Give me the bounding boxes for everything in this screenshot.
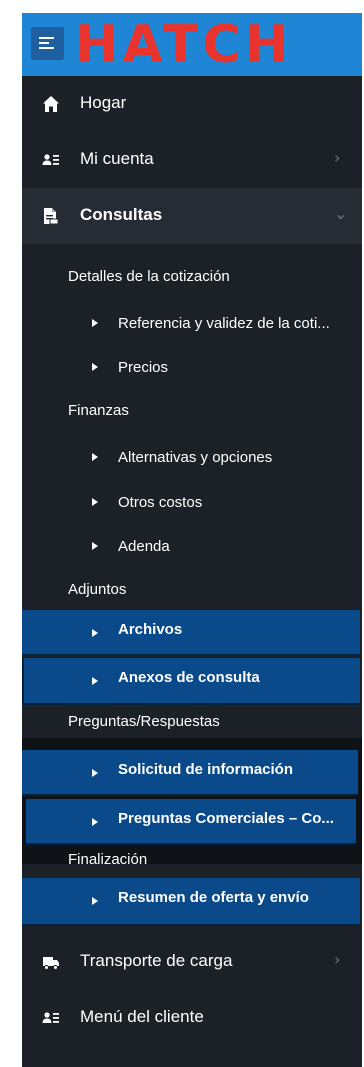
caret-right-icon xyxy=(92,319,98,327)
caret-right-icon xyxy=(92,677,98,685)
nav-item-label: Transporte de carga xyxy=(80,951,233,970)
nav-item-label: Consultas xyxy=(80,205,163,224)
chevron-right-icon: › xyxy=(334,950,341,969)
nav-item-consultas[interactable]: Consultas ⌄ xyxy=(22,188,362,244)
user-card-icon xyxy=(42,154,59,165)
nav-item-label: Menú del cliente xyxy=(80,1007,204,1026)
submenu-item-label: Archivos xyxy=(118,621,183,638)
document-icon xyxy=(44,208,59,225)
chevron-down-icon: ⌄ xyxy=(334,204,348,223)
submenu-item-prices[interactable]: Precios xyxy=(92,359,352,379)
submenu-item-information-request[interactable]: Solicitud de información xyxy=(22,750,358,796)
section-quote-details: Detalles de la cotización xyxy=(68,268,230,285)
nav-item-freight-transport[interactable]: Transporte de carga › xyxy=(22,934,362,990)
nav-item-label: Hogar xyxy=(80,93,127,112)
submenu-item-reference[interactable]: Referencia y validez de la coti... xyxy=(92,315,352,335)
caret-right-icon xyxy=(92,769,98,777)
submenu-item-files[interactable]: Archivos xyxy=(22,610,360,656)
submenu-item-label: Adenda xyxy=(118,538,170,555)
sidebar: HATCH Hogar Mi cuenta › Consultas ⌄ Deta… xyxy=(22,13,362,1067)
submenu-item-label: Alternativas y opciones xyxy=(118,449,273,466)
submenu-item-label: Precios xyxy=(118,359,169,376)
section-finance: Finanzas xyxy=(68,402,129,419)
submenu-item-annexes[interactable]: Anexos de consulta xyxy=(22,658,360,705)
section-finalization: Finalización xyxy=(68,851,148,868)
truck-icon xyxy=(43,957,59,970)
section-questions-answers: Preguntas/Respuestas xyxy=(68,713,220,730)
caret-right-icon xyxy=(92,542,98,550)
home-icon xyxy=(43,96,59,112)
submenu-item-commercial-questions[interactable]: Preguntas Comerciales – Co... xyxy=(26,799,356,845)
hamburger-icon[interactable] xyxy=(31,27,64,60)
submenu-item-label: Resumen de oferta y envío xyxy=(118,889,309,906)
caret-right-icon xyxy=(92,897,98,905)
submenu-item-label: Anexos de consulta xyxy=(118,669,260,686)
caret-right-icon xyxy=(92,629,98,637)
caret-right-icon xyxy=(92,453,98,461)
submenu-item-label: Solicitud de información xyxy=(118,761,294,778)
submenu-item-other-costs[interactable]: Otros costos xyxy=(92,494,352,514)
nav-item-client-menu[interactable]: Menú del cliente xyxy=(22,990,362,1046)
submenu-item-label: Preguntas Comerciales – Co... xyxy=(118,810,334,827)
caret-right-icon xyxy=(92,818,98,826)
nav-item-label: Mi cuenta xyxy=(80,149,154,168)
chevron-right-icon: › xyxy=(334,148,341,167)
sidebar-header: HATCH xyxy=(22,13,362,76)
submenu-item-offer-summary[interactable]: Resumen de oferta y envío xyxy=(22,878,360,926)
hatch-logo: HATCH xyxy=(75,15,292,75)
nav-item-my-account[interactable]: Mi cuenta › xyxy=(22,132,362,188)
submenu-item-label: Referencia y validez de la coti... xyxy=(118,315,330,332)
submenu-item-label: Otros costos xyxy=(118,494,203,511)
user-card-icon xyxy=(42,1012,59,1023)
section-attachments: Adjuntos xyxy=(68,581,127,598)
submenu-item-alternatives[interactable]: Alternativas y opciones xyxy=(92,449,352,469)
caret-right-icon xyxy=(92,498,98,506)
submenu-item-addendum[interactable]: Adenda xyxy=(92,538,352,558)
nav-item-home[interactable]: Hogar xyxy=(22,76,362,132)
caret-right-icon xyxy=(92,363,98,371)
